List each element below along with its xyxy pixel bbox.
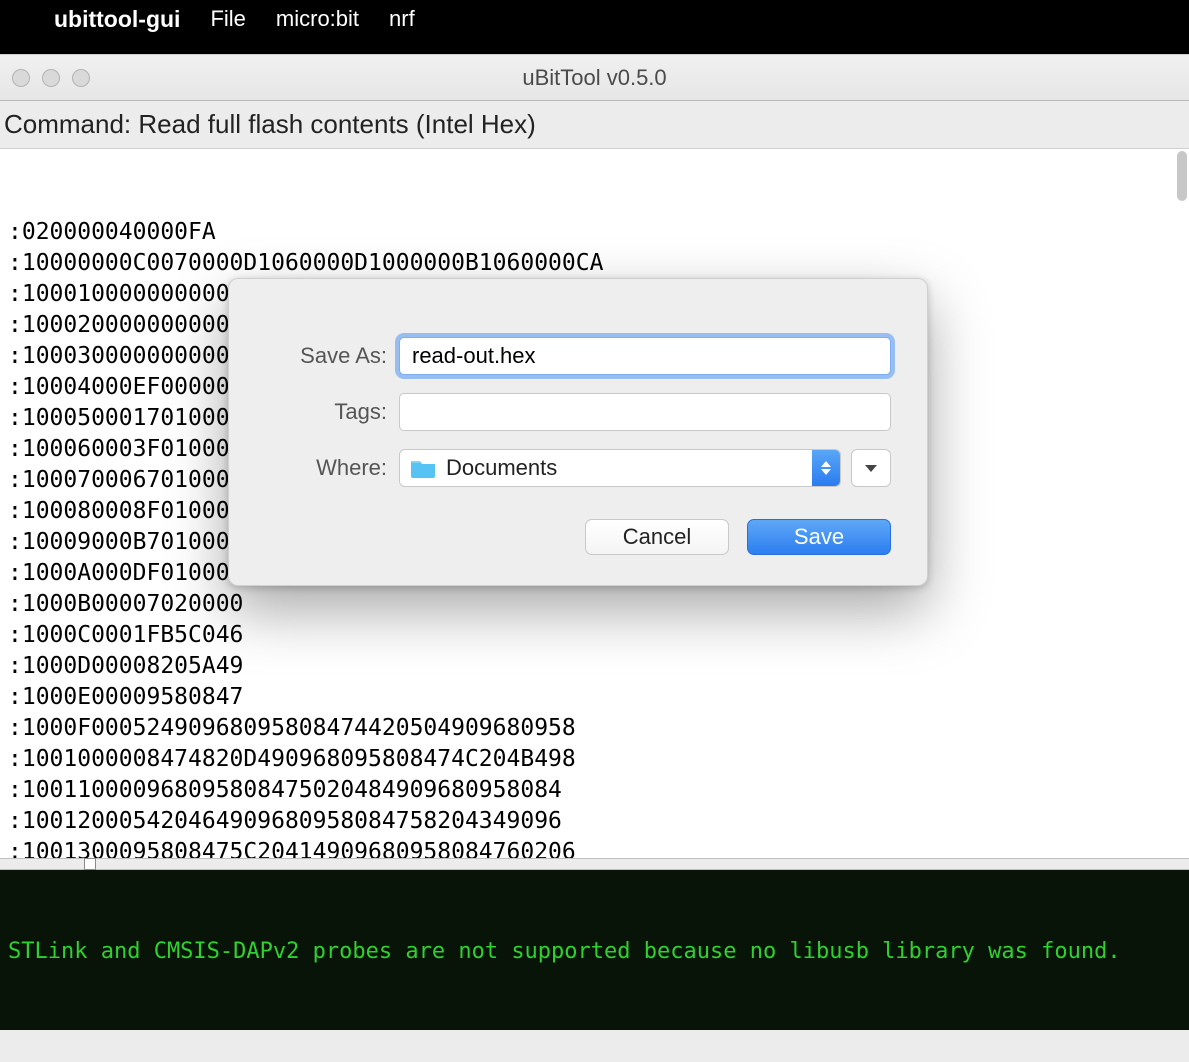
chevron-down-icon	[865, 465, 877, 472]
save-dialog: Save As: Tags: Where: Documents Canc	[228, 278, 928, 586]
pane-splitter[interactable]	[0, 858, 1189, 870]
folder-icon	[410, 458, 436, 478]
scrollbar[interactable]	[1175, 149, 1187, 858]
command-header: Command: Read full flash contents (Intel…	[0, 101, 1189, 148]
menubar-shadow	[0, 38, 1189, 54]
expand-dialog-button[interactable]	[851, 449, 891, 487]
window-title: uBitTool v0.5.0	[0, 65, 1189, 91]
close-window-button[interactable]	[12, 69, 30, 87]
console-output[interactable]: STLink and CMSIS-DAPv2 probes are not su…	[0, 870, 1189, 1030]
app-menu[interactable]: ubittool-gui	[54, 6, 180, 33]
tags-input[interactable]	[399, 393, 891, 431]
menu-nrf[interactable]: nrf	[389, 6, 415, 32]
where-stepper-icon[interactable]	[812, 450, 840, 486]
save-as-input[interactable]	[399, 337, 891, 375]
where-label: Where:	[265, 455, 399, 481]
console-line: STLink and CMSIS-DAPv2 probes are not su…	[8, 936, 1181, 967]
menu-file[interactable]: File	[210, 6, 245, 32]
titlebar[interactable]: uBitTool v0.5.0	[0, 55, 1189, 101]
menu-microbit[interactable]: micro:bit	[276, 6, 359, 32]
console-line: STLink and CMSIS-DAPv2 probes are not su…	[8, 1029, 1181, 1030]
save-button[interactable]: Save	[747, 519, 891, 555]
scrollbar-thumb[interactable]	[1177, 151, 1187, 201]
command-text: Read full flash contents (Intel Hex)	[138, 109, 535, 139]
macos-menubar: ubittool-gui File micro:bit nrf	[0, 0, 1189, 38]
splitter-grip[interactable]	[84, 858, 96, 870]
tags-label: Tags:	[265, 399, 399, 425]
zoom-window-button[interactable]	[72, 69, 90, 87]
traffic-lights	[12, 69, 90, 87]
save-as-label: Save As:	[265, 343, 399, 369]
where-value: Documents	[446, 455, 557, 481]
command-prefix: Command:	[4, 109, 138, 139]
cancel-button[interactable]: Cancel	[585, 519, 729, 555]
where-popup[interactable]: Documents	[399, 449, 841, 487]
minimize-window-button[interactable]	[42, 69, 60, 87]
